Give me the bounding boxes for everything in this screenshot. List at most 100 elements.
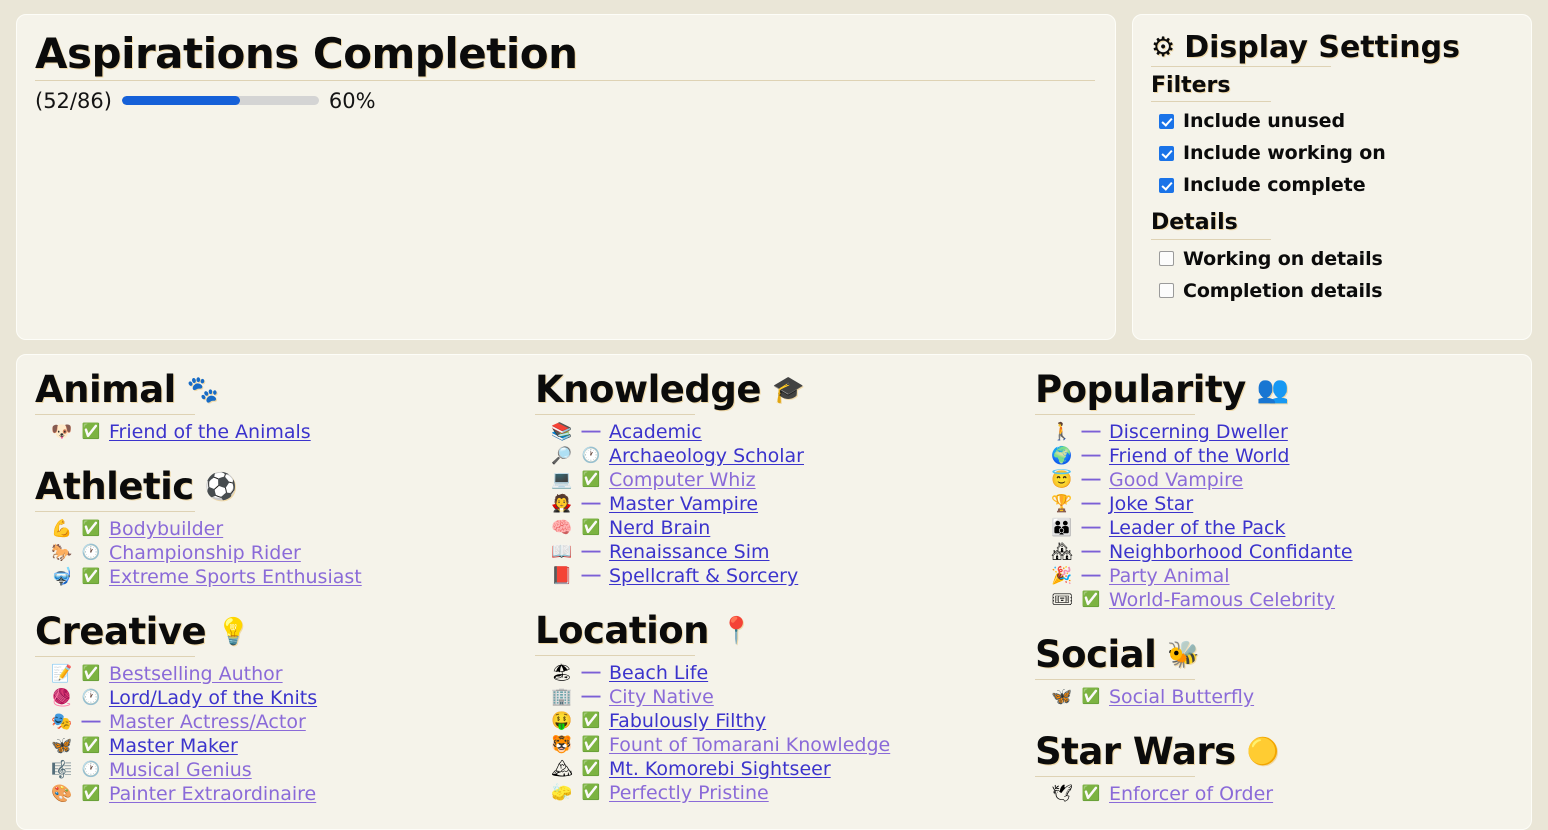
unchecked-checkbox-icon[interactable] xyxy=(1159,251,1174,267)
checkbox-row-include-working-on[interactable]: Include working on xyxy=(1151,142,1513,164)
aspiration-link[interactable]: Lord/Lady of the Knits xyxy=(109,687,317,709)
aspiration-link[interactable]: Spellcraft & Sorcery xyxy=(609,565,798,587)
aspiration-link[interactable]: Neighborhood Confidante xyxy=(1109,541,1353,563)
aspiration-link[interactable]: Discerning Dweller xyxy=(1109,421,1288,443)
category-divider xyxy=(35,413,195,415)
aspiration-link[interactable]: Fabulously Filthy xyxy=(609,710,766,732)
aspiration-column-2: Knowledge 🎓 📚 — Academic 🔎 🕐 Archaeology Schola… xyxy=(535,371,1035,829)
checked-checkbox-icon[interactable] xyxy=(1159,113,1174,129)
aspiration-link[interactable]: Fount of Tomarani Knowledge xyxy=(609,734,890,756)
checked-checkbox-icon[interactable] xyxy=(1159,177,1174,193)
aspiration-row[interactable]: 💻 ✅ Computer Whiz xyxy=(535,468,1035,492)
aspiration-link[interactable]: Master Actress/Actor xyxy=(109,711,306,733)
aspiration-row[interactable]: 🔎 🕐 Archaeology Scholar xyxy=(535,444,1035,468)
aspiration-row[interactable]: 🧛 — Master Vampire xyxy=(535,492,1035,516)
aspiration-row[interactable]: 🎉 — Party Animal xyxy=(1035,564,1513,588)
aspiration-row[interactable]: 📖 — Renaissance Sim xyxy=(535,540,1035,564)
progress-bar xyxy=(121,96,319,106)
aspiration-link[interactable]: Academic xyxy=(609,421,702,443)
aspiration-link[interactable]: Leader of the Pack xyxy=(1109,517,1285,539)
aspiration-row[interactable]: 🎟 ✅ World-Famous Celebrity xyxy=(1035,588,1513,612)
details-heading: Details xyxy=(1151,210,1238,236)
aspiration-link[interactable]: Beach Life xyxy=(609,662,708,684)
app-root: Aspirations Completion (52/86) 60% ⚙ Dis… xyxy=(0,0,1548,830)
category-divider xyxy=(35,655,195,657)
aspiration-row[interactable]: 🦋 ✅ Master Maker xyxy=(35,734,535,758)
gear-icon: ⚙ xyxy=(1151,32,1176,63)
aspiration-row[interactable]: 🚶 — Discerning Dweller xyxy=(1035,420,1513,444)
category-heading: Social 🐝 xyxy=(1035,635,1513,675)
aspiration-row[interactable]: 💪 ✅ Bodybuilder xyxy=(35,517,535,541)
aspiration-link[interactable]: Nerd Brain xyxy=(609,517,710,539)
aspiration-emoji-icon: 🐶 xyxy=(51,421,73,441)
category-name: Popularity xyxy=(1035,371,1246,411)
aspiration-link[interactable]: City Native xyxy=(609,686,714,708)
aspiration-row[interactable]: 🏘 — Neighborhood Confidante xyxy=(1035,540,1513,564)
category-divider xyxy=(1035,413,1195,415)
aspiration-row[interactable]: 🧶 🕐 Lord/Lady of the Knits xyxy=(35,686,535,710)
unchecked-checkbox-icon[interactable] xyxy=(1159,283,1174,299)
aspiration-row[interactable]: 🤑 ✅ Fabulously Filthy xyxy=(535,709,1035,733)
aspiration-row[interactable]: 🐎 🕐 Championship Rider xyxy=(35,541,535,565)
aspiration-row[interactable]: 😇 — Good Vampire xyxy=(1035,468,1513,492)
aspiration-row[interactable]: 👪 — Leader of the Pack xyxy=(1035,516,1513,540)
status-complete-icon: ✅ xyxy=(81,567,101,585)
aspiration-link[interactable]: Mt. Komorebi Sightseer xyxy=(609,758,831,780)
aspiration-link[interactable]: Archaeology Scholar xyxy=(609,445,804,467)
checkbox-row-completion-details[interactable]: Completion details xyxy=(1151,280,1513,302)
aspiration-row[interactable]: 🧽 ✅ Perfectly Pristine xyxy=(535,781,1035,805)
aspiration-link[interactable]: Musical Genius xyxy=(109,759,252,781)
aspiration-link[interactable]: Master Vampire xyxy=(609,493,758,515)
aspiration-link[interactable]: Extreme Sports Enthusiast xyxy=(109,566,362,588)
aspiration-row[interactable]: 🏢 — City Native xyxy=(535,685,1035,709)
aspiration-row[interactable]: 🎭 — Master Actress/Actor xyxy=(35,710,535,734)
aspiration-link[interactable]: Social Butterfly xyxy=(1109,686,1254,708)
checked-checkbox-icon[interactable] xyxy=(1159,145,1174,161)
aspiration-link[interactable]: Painter Extraordinaire xyxy=(109,783,316,805)
aspiration-row[interactable]: 🎨 ✅ Painter Extraordinaire xyxy=(35,782,535,806)
category-name: Location xyxy=(535,608,710,652)
category-emoji-icon: 💡 xyxy=(217,617,249,648)
status-unused-icon: — xyxy=(1081,516,1101,538)
aspiration-row[interactable]: 🐯 ✅ Fount of Tomarani Knowledge xyxy=(535,733,1035,757)
category-name: Star Wars xyxy=(1035,729,1236,773)
aspiration-row[interactable]: 🏖 — Beach Life xyxy=(535,661,1035,685)
aspiration-row[interactable]: 📝 ✅ Bestselling Author xyxy=(35,662,535,686)
status-complete-icon: ✅ xyxy=(581,735,601,753)
progress-percent: 60% xyxy=(328,88,376,113)
aspiration-row[interactable]: 📚 — Academic xyxy=(535,420,1035,444)
aspiration-emoji-icon: 🦋 xyxy=(1051,686,1073,706)
aspiration-row[interactable]: 🌍 — Friend of the World xyxy=(1035,444,1513,468)
aspiration-link[interactable]: Master Maker xyxy=(109,735,238,757)
aspiration-link[interactable]: Enforcer of Order xyxy=(1109,783,1273,805)
checkbox-row-working-on-details[interactable]: Working on details xyxy=(1151,248,1513,270)
aspiration-link[interactable]: Bodybuilder xyxy=(109,518,223,540)
category-divider xyxy=(535,654,695,656)
aspiration-link[interactable]: Friend of the Animals xyxy=(109,421,311,443)
aspiration-link[interactable]: World-Famous Celebrity xyxy=(1109,589,1335,611)
category-emoji-icon: 🐝 xyxy=(1167,640,1200,671)
aspiration-row[interactable]: 🐶 ✅ Friend of the Animals xyxy=(35,420,535,444)
aspiration-row[interactable]: 🕊 ✅ Enforcer of Order xyxy=(1035,782,1513,806)
aspiration-row[interactable]: 📕 — Spellcraft & Sorcery xyxy=(535,564,1035,588)
checkbox-row-include-complete[interactable]: Include complete xyxy=(1151,174,1513,196)
aspiration-row[interactable]: 🤿 ✅ Extreme Sports Enthusiast xyxy=(35,565,535,589)
aspiration-row[interactable]: 🏆 — Joke Star xyxy=(1035,492,1513,516)
aspiration-row[interactable]: 🧠 ✅ Nerd Brain xyxy=(535,516,1035,540)
aspiration-link[interactable]: Party Animal xyxy=(1109,565,1230,587)
aspiration-link[interactable]: Perfectly Pristine xyxy=(609,782,769,804)
aspiration-link[interactable]: Good Vampire xyxy=(1109,469,1243,491)
details-divider xyxy=(1151,238,1271,240)
aspiration-link[interactable]: Joke Star xyxy=(1109,493,1193,515)
aspiration-row[interactable]: 🏔 ✅ Mt. Komorebi Sightseer xyxy=(535,757,1035,781)
aspiration-emoji-icon: 🔎 xyxy=(551,445,573,465)
aspiration-link[interactable]: Computer Whiz xyxy=(609,469,756,491)
checkbox-row-include-unused[interactable]: Include unused xyxy=(1151,110,1513,132)
status-unused-icon: — xyxy=(1081,564,1101,586)
aspiration-link[interactable]: Championship Rider xyxy=(109,542,301,564)
aspiration-link[interactable]: Bestselling Author xyxy=(109,663,283,685)
aspiration-row[interactable]: 🦋 ✅ Social Butterfly xyxy=(1035,685,1513,709)
aspiration-link[interactable]: Friend of the World xyxy=(1109,445,1290,467)
aspiration-row[interactable]: 🎼 🕐 Musical Genius xyxy=(35,758,535,782)
aspiration-link[interactable]: Renaissance Sim xyxy=(609,541,770,563)
